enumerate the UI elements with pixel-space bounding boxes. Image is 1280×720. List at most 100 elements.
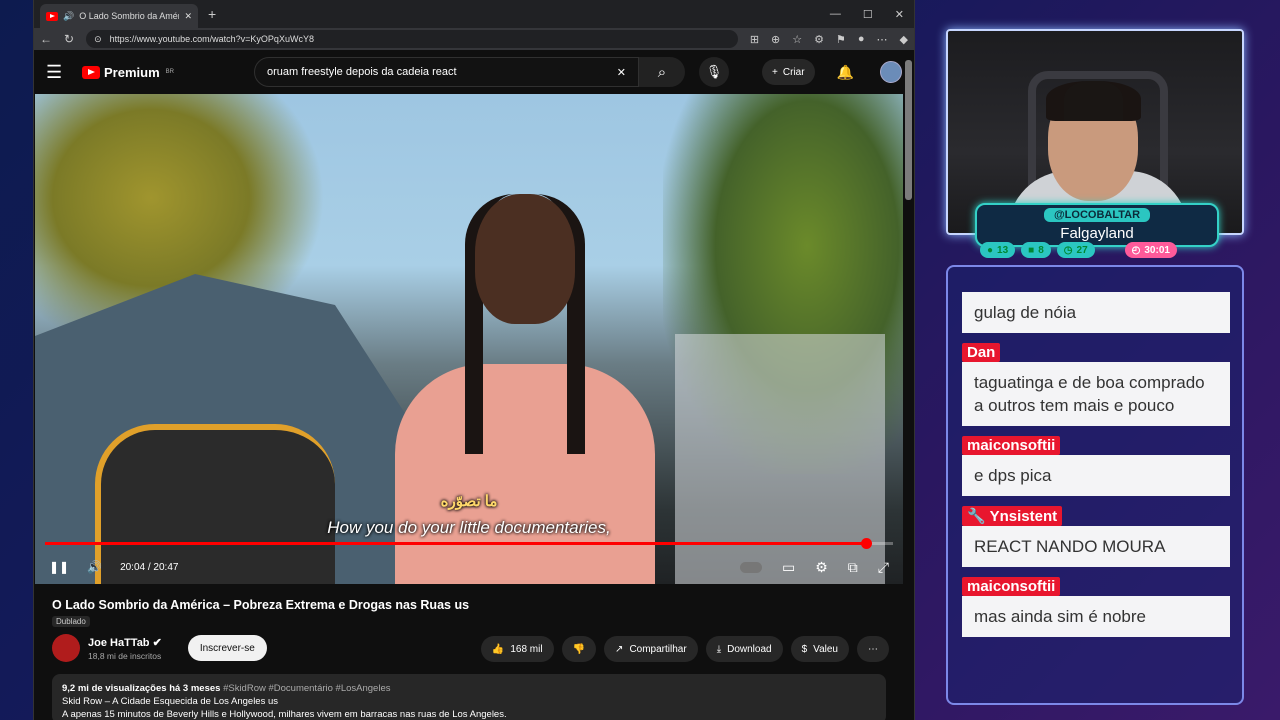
channel-avatar[interactable] [52,634,80,662]
create-label: Criar [782,66,805,78]
fullscreen-icon[interactable]: ⤢ [878,559,889,576]
address-bar-row: ← ↻ ⊙ https://www.youtube.com/watch?v=Ky… [34,28,914,50]
more-menu-icon[interactable]: ⋯ [877,33,888,46]
thanks-button[interactable]: $ Valeu [790,636,849,662]
settings-gear-icon[interactable]: ⚙ [815,559,828,576]
action-buttons: 👍 168 mil 👎 ↗ Compartilhar ⤓ Download $ Vale… [480,636,889,662]
back-icon[interactable]: ← [40,32,52,46]
chat-username: Dan [962,343,1001,362]
create-button[interactable]: + Criar [762,59,815,85]
video-frame-building [675,334,885,584]
verified-icon: ✔ [152,636,162,649]
logo-text: Premium [104,64,160,80]
chat-username: maiconsoftii [962,436,1061,455]
chat-message: gulag de nóia [962,292,1230,333]
video-progress-bar[interactable] [45,538,893,549]
video-player[interactable]: ما تصوّره How you do your little documen… [35,94,903,584]
url-field[interactable]: ⊙ https://www.youtube.com/watch?v=KyOPqX… [86,30,738,48]
channel-name[interactable]: Joe HaTTab ✔ [88,636,162,649]
dubbed-badge: Dublado [52,616,90,627]
hashtags[interactable]: #SkidRow #Documentário #LosAngeles [223,683,390,694]
current-game: Falgayland [1060,225,1134,242]
share-button[interactable]: ↗ Compartilhar [604,636,698,662]
share-icon: ↗ [615,643,624,655]
minimize-button[interactable]: — [830,8,841,21]
thumbs-down-icon: 👎 [572,643,586,655]
like-button[interactable]: 👍 168 mil [480,636,554,662]
miniplayer-icon[interactable]: ⧉ [848,559,858,576]
search-icon: ⌕ [657,63,667,81]
pause-icon[interactable]: ❚❚ [49,560,69,574]
youtube-logo[interactable]: Premium BR [82,65,174,80]
upload-age: há 3 meses [169,683,221,694]
stream-timer: ◴ 30:01 [1124,242,1177,258]
zoom-icon[interactable]: ⊕ [771,33,780,46]
chat-message: maiconsoftii e dps pica [962,436,1230,496]
notifications-bell-icon[interactable]: 🔔 [837,64,854,81]
chat-message: 🔧 Ynsistent REACT NANDO MOURA [962,506,1230,567]
clear-search-icon[interactable]: ✕ [617,66,626,79]
close-window-button[interactable]: ✕ [895,8,904,21]
volume-icon[interactable]: 🔊 [87,560,102,574]
chat-text: mas ainda sim é nobre [962,596,1230,637]
chat-text: gulag de nóia [962,292,1230,333]
browser-tab[interactable]: 🔊 O Lado Sombrio da Américа ✕ [40,4,198,28]
copilot-icon[interactable]: ◆ [900,33,908,46]
chat-icon: ● [987,244,994,256]
subtitle-english: How you do your little documentaries, [327,518,611,537]
stat-badge: ◷ 27 [1056,242,1095,258]
logo-region: BR [165,69,174,75]
captions-icon[interactable]: ▭ [782,559,795,576]
description-line: A apenas 15 minutos de Beverly Hills e H… [62,709,507,720]
stat-badge: ■ 8 [1021,242,1051,258]
chat-message: maiconsoftii mas ainda sim é nobre [962,577,1230,637]
maximize-button[interactable]: ☐ [863,8,873,21]
streamer-handle: @LOCOBALTAR [1043,208,1151,222]
streamer-namebox: @LOCOBALTAR Falgayland [975,203,1219,247]
timer-icon: ◴ [1131,244,1141,256]
more-actions-button[interactable]: ⋯ [857,636,889,662]
apps-icon[interactable]: ⊞ [750,33,759,46]
favorite-star-icon[interactable]: ☆ [792,33,802,46]
clock-icon: ◷ [1063,244,1073,256]
chat-text: REACT NANDO MOURA [962,526,1230,567]
page-scrollbar[interactable] [905,60,912,200]
youtube-play-icon [82,65,100,79]
tab-bar: 🔊 O Lado Sombrio da Américа ✕ + — ☐ ✕ [34,0,914,28]
time-display: 20:04 / 20:47 [120,561,179,573]
download-button[interactable]: ⤓ Download [705,636,783,662]
chat-message: Dan taguatinga e de boa comprado a outro… [962,343,1230,426]
tab-close-icon[interactable]: ✕ [184,11,192,22]
download-icon: ⤓ [716,643,722,655]
youtube-favicon-icon [46,11,58,21]
reload-icon[interactable]: ↻ [64,32,74,46]
search-input[interactable]: oruam freestyle depois da cadeia react ✕ [253,57,639,87]
description-line: Skid Row – A Cidade Esquecida de Los Ang… [62,696,279,707]
thanks-icon: $ [801,643,808,655]
profile-icon[interactable]: ● [858,33,865,46]
channel-row: Joe HaTTab ✔ 18,8 mi de inscritos Inscre… [52,634,267,662]
autoplay-toggle[interactable] [740,561,762,573]
channel-subscribers: 18,8 mi de inscritos [88,650,162,661]
site-info-icon[interactable]: ⊙ [94,34,102,45]
search-query: oruam freestyle depois da cadeia react [266,66,457,78]
progress-scrubber[interactable] [860,538,872,549]
voice-search-button[interactable]: 🎙 [698,57,729,87]
chat-text: taguatinga e de boa comprado a outros te… [962,362,1230,426]
thumbs-up-icon: 👍 [491,643,505,655]
shield-icon[interactable]: ⚑ [836,33,846,46]
subtitle-arabic: ما تصوّره [440,493,498,510]
dislike-button[interactable]: 👎 [561,636,597,662]
user-avatar[interactable] [880,61,902,83]
wrench-icon: 🔧 [967,508,986,525]
subscribe-button[interactable]: Inscrever-se [187,635,267,661]
ticket-icon: ■ [1028,244,1035,256]
speaker-icon[interactable]: 🔊 [63,11,74,22]
mic-icon: 🎙 [705,64,723,79]
description-box[interactable]: 9,2 mi de visualizações há 3 meses #Skid… [52,674,886,720]
new-tab-button[interactable]: + [208,6,216,22]
stream-stats: ● 13 ■ 8 ◷ 27 ◴ 30:01 [980,242,1177,258]
hamburger-menu-icon[interactable]: ☰ [46,62,72,83]
search-button[interactable]: ⌕ [638,57,685,87]
extension-icon[interactable]: ⚙ [814,33,824,46]
